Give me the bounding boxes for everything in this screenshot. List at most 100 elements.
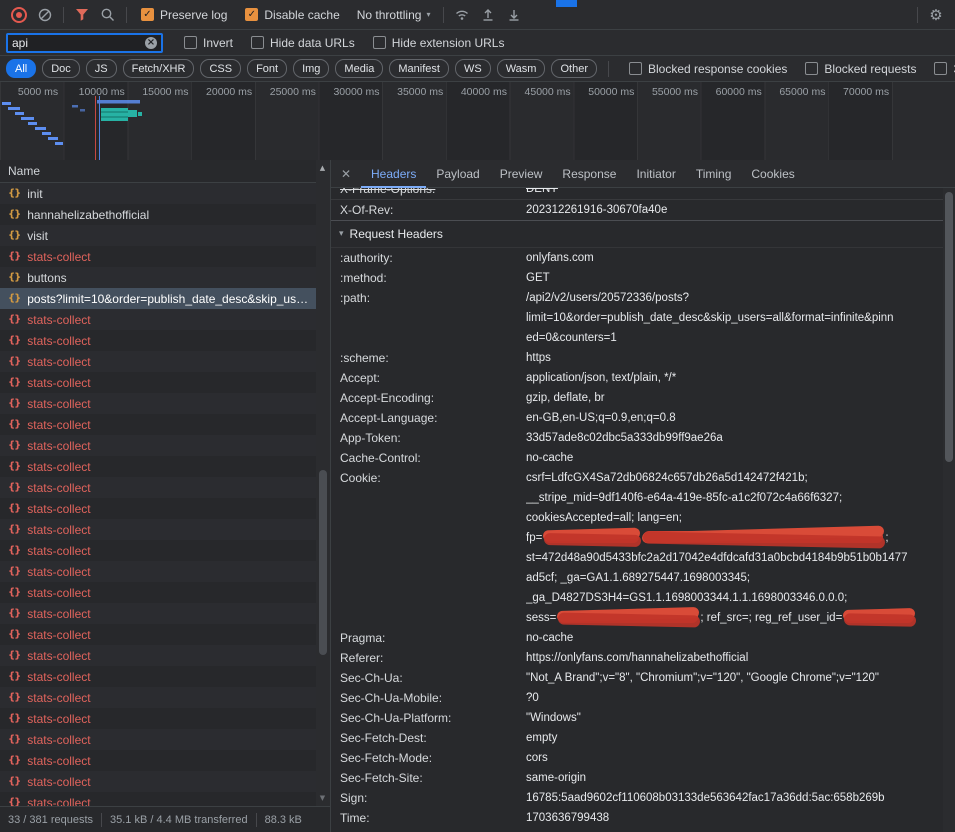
- export-har-button[interactable]: [501, 3, 527, 27]
- settings-button[interactable]: ⚙: [923, 3, 949, 27]
- request-row[interactable]: {}stats-collect: [0, 666, 316, 687]
- chip-manifest[interactable]: Manifest: [389, 59, 449, 78]
- disable-cache-checkbox[interactable]: ✓: [245, 8, 258, 21]
- blocked-response-cookies-checkbox[interactable]: [629, 62, 642, 75]
- request-row[interactable]: {}visit: [0, 225, 316, 246]
- close-details-button[interactable]: ✕: [331, 167, 361, 181]
- hide-extension-urls-checkbox[interactable]: [373, 36, 386, 49]
- request-row[interactable]: {}buttons: [0, 267, 316, 288]
- hide-extension-urls-label[interactable]: Hide extension URLs: [392, 36, 505, 50]
- request-row[interactable]: {}stats-collect: [0, 456, 316, 477]
- header-value: same-origin: [526, 768, 943, 788]
- request-row[interactable]: {}posts?limit=10&order=publish_date_desc…: [0, 288, 316, 309]
- hide-data-urls-checkbox[interactable]: [251, 36, 264, 49]
- request-row[interactable]: {}stats-collect: [0, 330, 316, 351]
- tab-cookies[interactable]: Cookies: [741, 160, 804, 188]
- request-row[interactable]: {}hannahelizabethofficial: [0, 204, 316, 225]
- request-row[interactable]: {}stats-collect: [0, 645, 316, 666]
- chip-doc[interactable]: Doc: [42, 59, 80, 78]
- json-doc-icon: {}: [8, 503, 20, 514]
- scroll-down-icon[interactable]: ▼: [316, 794, 329, 802]
- tab-response[interactable]: Response: [552, 160, 626, 188]
- chip-js[interactable]: JS: [86, 59, 117, 78]
- request-row[interactable]: {}stats-collect: [0, 708, 316, 729]
- clear-filter-icon[interactable]: ×: [145, 37, 157, 49]
- invert-checkbox[interactable]: [184, 36, 197, 49]
- request-row[interactable]: {}stats-collect: [0, 729, 316, 750]
- request-row[interactable]: {}stats-collect: [0, 771, 316, 792]
- chip-wasm[interactable]: Wasm: [497, 59, 546, 78]
- invert-toggle[interactable]: Invert: [184, 36, 233, 50]
- disable-cache-toggle[interactable]: ✓ Disable cache: [245, 8, 339, 22]
- details-scrollbar[interactable]: [943, 188, 955, 832]
- tab-preview[interactable]: Preview: [490, 160, 553, 188]
- search-button[interactable]: [95, 3, 121, 27]
- clear-button[interactable]: [32, 3, 58, 27]
- summary-divider: [256, 813, 257, 827]
- json-doc-icon: {}: [8, 629, 20, 640]
- request-name: stats-collect: [27, 712, 90, 726]
- request-row[interactable]: {}init: [0, 183, 316, 204]
- section-header-request-headers[interactable]: ▾Request Headers: [331, 221, 943, 248]
- preserve-log-toggle[interactable]: ✓ Preserve log: [141, 8, 227, 22]
- blocked-response-cookies-toggle[interactable]: Blocked response cookies: [629, 62, 787, 76]
- tab-headers[interactable]: Headers: [361, 160, 426, 188]
- scrollbar-thumb[interactable]: [319, 470, 327, 655]
- throttling-select[interactable]: No throttling ▾: [357, 8, 431, 22]
- tab-payload[interactable]: Payload: [426, 160, 489, 188]
- request-row[interactable]: {}stats-collect: [0, 435, 316, 456]
- blocked-requests-label[interactable]: Blocked requests: [824, 62, 916, 76]
- request-row[interactable]: {}stats-collect: [0, 351, 316, 372]
- request-row[interactable]: {}stats-collect: [0, 603, 316, 624]
- blocked-response-cookies-label[interactable]: Blocked response cookies: [648, 62, 787, 76]
- import-har-button[interactable]: [475, 3, 501, 27]
- json-doc-icon: {}: [8, 566, 20, 577]
- request-row[interactable]: {}stats-collect: [0, 414, 316, 435]
- name-column-header[interactable]: Name: [0, 160, 331, 183]
- request-row[interactable]: {}stats-collect: [0, 540, 316, 561]
- network-conditions-button[interactable]: [449, 3, 475, 27]
- disable-cache-label[interactable]: Disable cache: [264, 8, 339, 22]
- request-row[interactable]: {}stats-collect: [0, 477, 316, 498]
- request-row[interactable]: {}stats-collect: [0, 498, 316, 519]
- preserve-log-label[interactable]: Preserve log: [160, 8, 227, 22]
- preserve-log-checkbox[interactable]: ✓: [141, 8, 154, 21]
- request-row[interactable]: {}stats-collect: [0, 792, 316, 806]
- chip-fetch-xhr[interactable]: Fetch/XHR: [123, 59, 195, 78]
- request-row[interactable]: {}stats-collect: [0, 561, 316, 582]
- scrollbar-thumb[interactable]: [945, 192, 953, 462]
- 3rd-party-requests-toggle[interactable]: 3rd-party requests: [934, 62, 955, 76]
- request-row[interactable]: {}stats-collect: [0, 309, 316, 330]
- chip-img[interactable]: Img: [293, 59, 329, 78]
- filter-toggle-button[interactable]: [69, 3, 95, 27]
- tab-timing[interactable]: Timing: [686, 160, 742, 188]
- request-row[interactable]: {}stats-collect: [0, 246, 316, 267]
- chip-all[interactable]: All: [6, 59, 36, 78]
- 3rd-party-requests-checkbox[interactable]: [934, 62, 947, 75]
- tab-initiator[interactable]: Initiator: [626, 160, 685, 188]
- invert-label[interactable]: Invert: [203, 36, 233, 50]
- filter-input[interactable]: api ×: [6, 33, 163, 53]
- request-row[interactable]: {}stats-collect: [0, 750, 316, 771]
- hide-extension-urls-toggle[interactable]: Hide extension URLs: [373, 36, 505, 50]
- chip-font[interactable]: Font: [247, 59, 287, 78]
- request-row[interactable]: {}stats-collect: [0, 624, 316, 645]
- clear-icon: [37, 7, 53, 23]
- chip-css[interactable]: CSS: [200, 59, 241, 78]
- hide-data-urls-label[interactable]: Hide data URLs: [270, 36, 355, 50]
- chip-ws[interactable]: WS: [455, 59, 491, 78]
- scroll-up-icon[interactable]: ▲: [316, 164, 329, 172]
- request-list-scrollbar[interactable]: ▲ ▼: [316, 160, 331, 806]
- request-row[interactable]: {}stats-collect: [0, 519, 316, 540]
- chip-other[interactable]: Other: [551, 59, 597, 78]
- record-button[interactable]: [6, 3, 32, 27]
- blocked-requests-toggle[interactable]: Blocked requests: [805, 62, 916, 76]
- request-row[interactable]: {}stats-collect: [0, 393, 316, 414]
- request-row[interactable]: {}stats-collect: [0, 582, 316, 603]
- timeline-overview[interactable]: 5000 ms10000 ms15000 ms20000 ms25000 ms3…: [0, 82, 955, 161]
- hide-data-urls-toggle[interactable]: Hide data URLs: [251, 36, 355, 50]
- request-row[interactable]: {}stats-collect: [0, 372, 316, 393]
- blocked-requests-checkbox[interactable]: [805, 62, 818, 75]
- chip-media[interactable]: Media: [335, 59, 383, 78]
- request-row[interactable]: {}stats-collect: [0, 687, 316, 708]
